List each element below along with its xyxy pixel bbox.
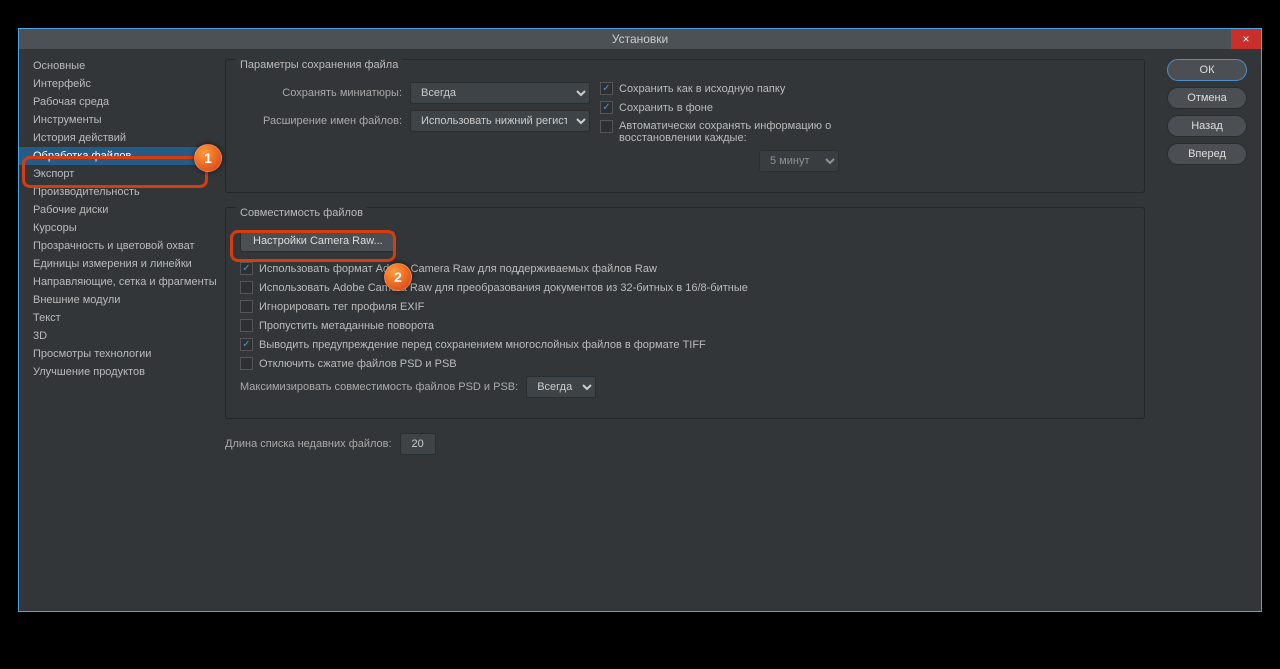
skip-rotate-checkbox[interactable] <box>240 319 253 332</box>
recent-files-label: Длина списка недавних файлов: <box>225 438 392 450</box>
forward-button[interactable]: Вперед <box>1167 143 1247 165</box>
compatibility-group: Совместимость файлов Настройки Camera Ra… <box>225 207 1145 419</box>
sidebar-item[interactable]: Экспорт <box>19 165 211 183</box>
ignore-exif-label: Игнорировать тег профиля EXIF <box>259 301 424 313</box>
auto-save-label: Автоматически сохранять информацию о вос… <box>619 120 839 144</box>
cancel-button[interactable]: Отмена <box>1167 87 1247 109</box>
extension-select[interactable]: Использовать нижний регистр <box>410 110 590 132</box>
sidebar-item[interactable]: Обработка файлов <box>19 147 211 165</box>
skip-rotate-label: Пропустить метаданные поворота <box>259 320 434 332</box>
max-compat-select[interactable]: Всегда <box>526 376 596 398</box>
convert-32bit-checkbox[interactable] <box>240 281 253 294</box>
save-options-group: Параметры сохранения файла Сохранять мин… <box>225 59 1145 193</box>
sidebar-item[interactable]: Улучшение продуктов <box>19 363 211 381</box>
sidebar-item[interactable]: Внешние модули <box>19 291 211 309</box>
tiff-warning-checkbox[interactable] <box>240 338 253 351</box>
sidebar-item[interactable]: Основные <box>19 57 211 75</box>
group-title: Параметры сохранения файла <box>236 59 402 71</box>
callout-2: 2 <box>384 263 412 291</box>
auto-save-checkbox[interactable] <box>600 120 613 133</box>
sidebar-item[interactable]: Просмотры технологии <box>19 345 211 363</box>
recent-files-input[interactable] <box>400 433 436 455</box>
disable-compress-label: Отключить сжатие файлов PSD и PSB <box>259 358 457 370</box>
sidebar-item[interactable]: История действий <box>19 129 211 147</box>
close-button[interactable]: × <box>1231 29 1261 49</box>
sidebar-item[interactable]: Прозрачность и цветовой охват <box>19 237 211 255</box>
titlebar: Установки × <box>19 29 1261 49</box>
actions-column: ОК Отмена Назад Вперед <box>1159 49 1261 611</box>
sidebar-item[interactable]: Интерфейс <box>19 75 211 93</box>
max-compat-label: Максимизировать совместимость файлов PSD… <box>240 381 518 393</box>
sidebar-item[interactable]: Текст <box>19 309 211 327</box>
sidebar: ОсновныеИнтерфейсРабочая средаИнструмент… <box>19 49 211 611</box>
camera-raw-settings-button[interactable]: Настройки Camera Raw... <box>240 230 396 252</box>
ok-button[interactable]: ОК <box>1167 59 1247 81</box>
sidebar-item[interactable]: Направляющие, сетка и фрагменты <box>19 273 211 291</box>
save-original-checkbox[interactable] <box>600 82 613 95</box>
thumbnail-select[interactable]: Всегда <box>410 82 590 104</box>
save-background-label: Сохранить в фоне <box>619 102 713 114</box>
sidebar-item[interactable]: 3D <box>19 327 211 345</box>
window-title: Установки <box>612 32 668 46</box>
back-button[interactable]: Назад <box>1167 115 1247 137</box>
use-raw-label: Использовать формат Adobe Camera Raw для… <box>259 263 657 275</box>
convert-32bit-label: Использовать Adobe Camera Raw для преобр… <box>259 282 748 294</box>
save-background-checkbox[interactable] <box>600 101 613 114</box>
group-title: Совместимость файлов <box>236 207 367 219</box>
disable-compress-checkbox[interactable] <box>240 357 253 370</box>
extension-label: Расширение имен файлов: <box>240 115 410 127</box>
sidebar-item[interactable]: Инструменты <box>19 111 211 129</box>
thumbnail-label: Сохранять миниатюры: <box>240 87 410 99</box>
sidebar-item[interactable]: Производительность <box>19 183 211 201</box>
sidebar-item[interactable]: Рабочая среда <box>19 93 211 111</box>
sidebar-item[interactable]: Курсоры <box>19 219 211 237</box>
tiff-warning-label: Выводить предупреждение перед сохранение… <box>259 339 706 351</box>
use-raw-checkbox[interactable] <box>240 262 253 275</box>
main-panel: Параметры сохранения файла Сохранять мин… <box>211 49 1159 611</box>
sidebar-item[interactable]: Единицы измерения и линейки <box>19 255 211 273</box>
callout-1: 1 <box>194 144 222 172</box>
sidebar-item[interactable]: Рабочие диски <box>19 201 211 219</box>
auto-save-interval-select: 5 минут <box>759 150 839 172</box>
save-original-label: Сохранить как в исходную папку <box>619 83 785 95</box>
ignore-exif-checkbox[interactable] <box>240 300 253 313</box>
